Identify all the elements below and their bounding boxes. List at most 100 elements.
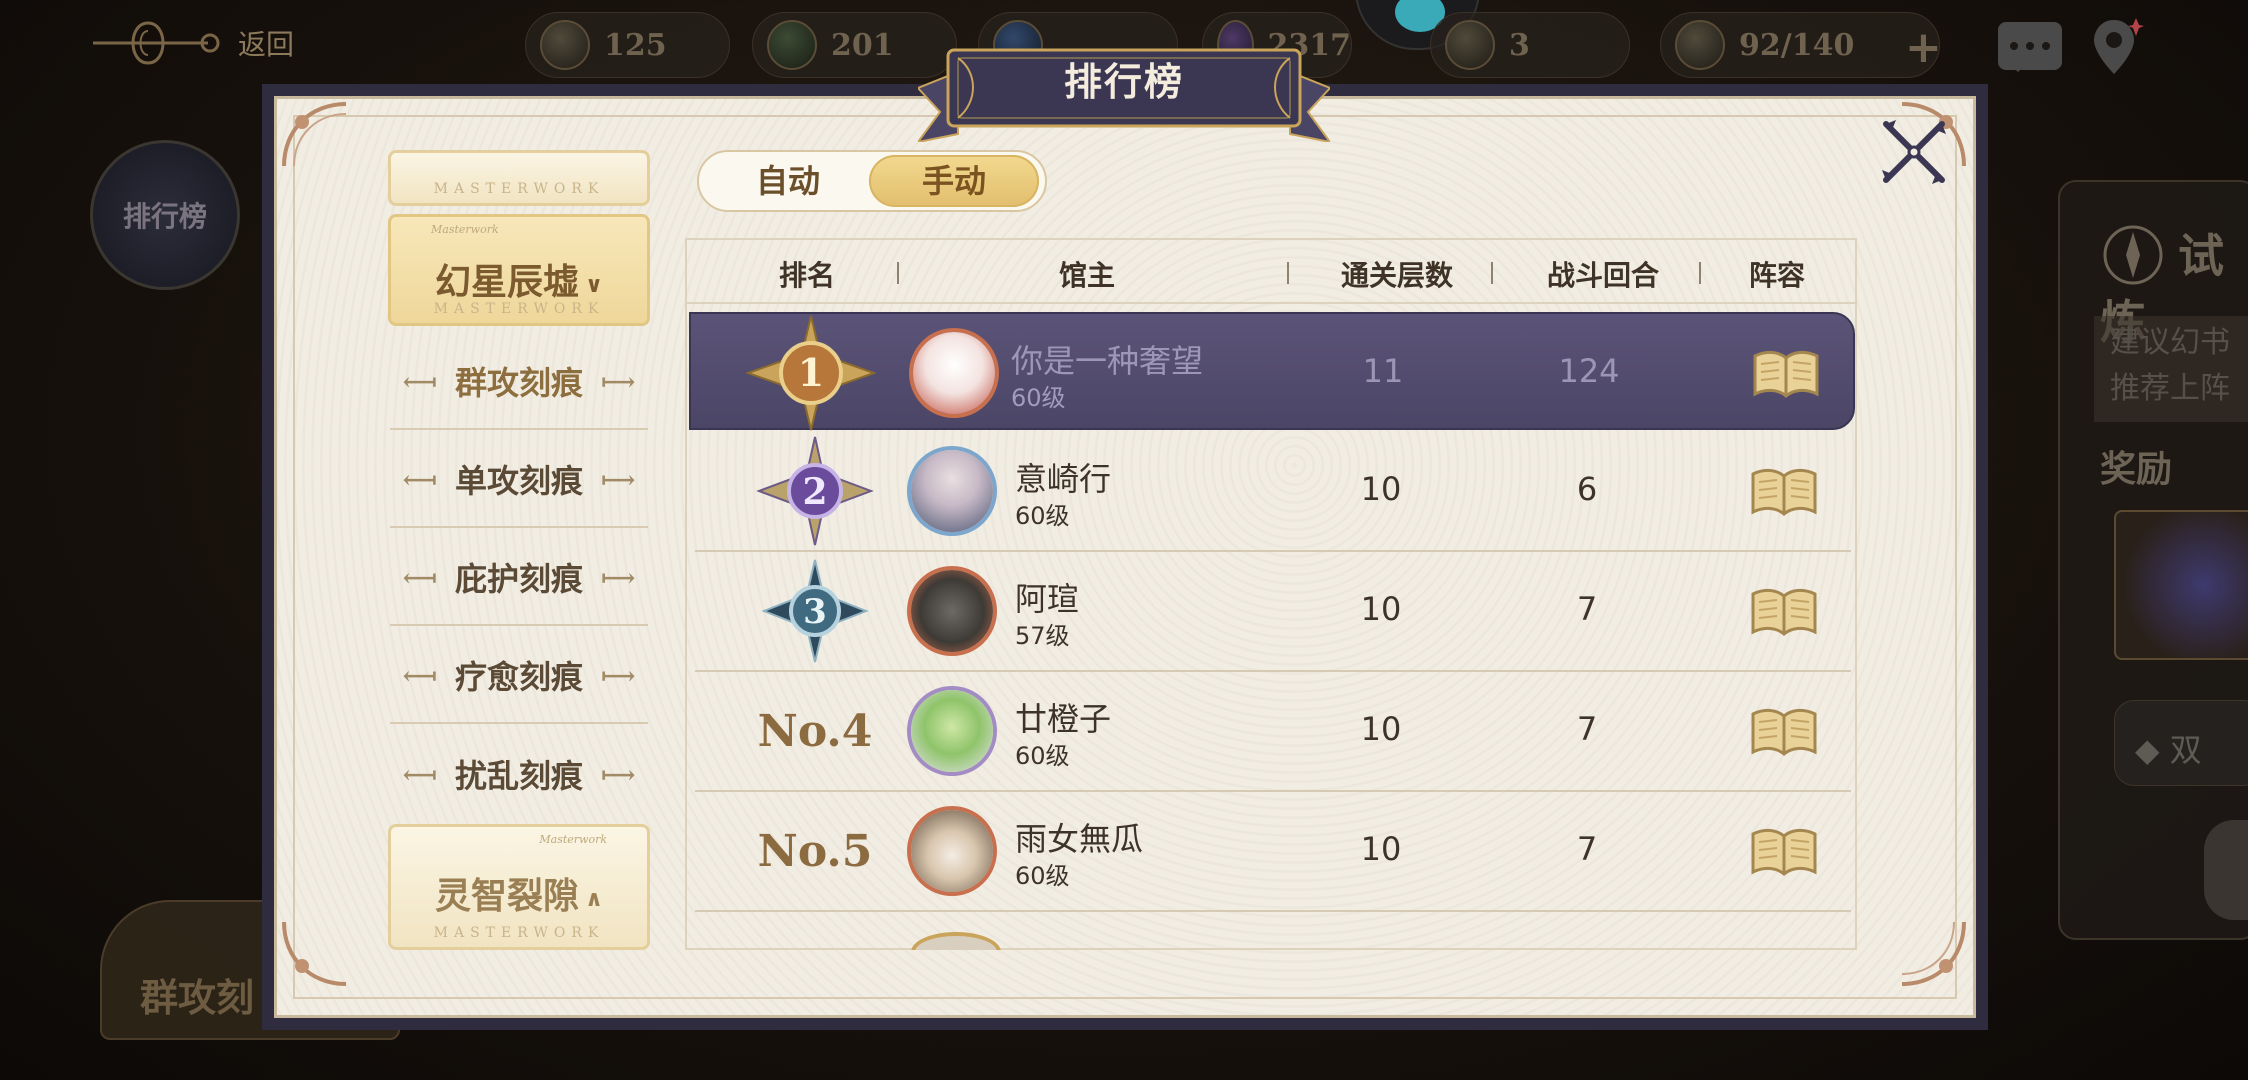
bronze-medal-icon: 3	[761, 559, 869, 663]
corner-ornament-icon	[282, 921, 347, 986]
arrow-ornament-icon: ⟼	[601, 464, 636, 494]
category-huanxing-tag: Masterwork	[431, 223, 499, 236]
header-floors: 通关层数	[1340, 259, 1453, 292]
lineup-book-icon[interactable]	[1749, 586, 1819, 638]
rank-label: No.4	[757, 705, 873, 757]
table-row[interactable]: No.5 雨女無瓜 60级 10 7	[695, 792, 1851, 912]
rank-badge-2: 2	[735, 432, 895, 550]
resource-5-value: 3	[1509, 27, 1530, 63]
header-divider	[1287, 262, 1289, 284]
purple-medal-icon: 2	[756, 436, 874, 546]
category-lingzhi-title: 灵智裂隙	[435, 875, 580, 917]
player-level: 60级	[1015, 502, 1070, 530]
category-prev-sub: MASTERWORK	[433, 181, 605, 197]
category-card-prev[interactable]: MASTERWORK	[388, 150, 650, 206]
rank-cell: No.4	[735, 672, 895, 790]
table-row-partial[interactable]	[695, 930, 1851, 950]
rank-label: No.5	[757, 825, 873, 877]
reward-label: 奖励	[2100, 448, 2173, 490]
subcategory-item-heal[interactable]: ⟻ 疗愈刻痕 ⟼	[390, 628, 648, 724]
avatar	[911, 932, 1001, 950]
gold-medal-icon: 1	[746, 315, 876, 431]
subcategory-item-single[interactable]: ⟻ 单攻刻痕 ⟼	[390, 432, 648, 528]
arrow-ornament-icon: ⟻	[402, 464, 437, 494]
player-name: 阿瑄	[1015, 580, 1080, 618]
category-huanxing-title: 幻星辰墟	[435, 261, 580, 303]
corner-ornament-icon	[1901, 921, 1966, 986]
player-name: 雨女無瓜	[1015, 820, 1144, 858]
subcategory-item-protect[interactable]: ⟻ 庇护刻痕 ⟼	[390, 530, 648, 626]
subcategory-item-disrupt[interactable]: ⟻ 扰乱刻痕 ⟼	[390, 726, 648, 822]
lineup-book-icon[interactable]	[1749, 706, 1819, 758]
header-owner: 馆主	[1058, 259, 1115, 292]
floors-value: 10	[1360, 590, 1402, 628]
lineup-book-icon[interactable]	[1749, 826, 1819, 878]
category-card-lingzhi[interactable]: Masterwork 灵智裂隙 ∧ MASTERWORK	[388, 824, 650, 950]
ranking-table: 排名 馆主 通关层数 战斗回合 阵容 1 你是一种奢望 60级 11 124 2…	[685, 238, 1857, 950]
resource-1[interactable]: 125	[525, 12, 730, 78]
rounds-value: 6	[1576, 470, 1598, 508]
avatar[interactable]	[907, 686, 997, 776]
arrow-ornament-icon: ⟼	[601, 366, 636, 396]
player-name: 意崎行	[1015, 460, 1112, 498]
resource-5[interactable]: 3	[1430, 12, 1630, 78]
reward-image[interactable]	[2114, 510, 2248, 660]
rank-number: 1	[798, 350, 824, 395]
chat-icon[interactable]	[1998, 22, 2062, 72]
corner-ornament-icon	[282, 102, 347, 167]
map-pin-icon[interactable]	[2092, 14, 2144, 78]
arrow-ornament-icon: ⟻	[402, 759, 437, 789]
subcategory-item-aoe[interactable]: ⟻ 群攻刻痕 ⟼	[390, 334, 648, 430]
avatar[interactable]	[907, 806, 997, 896]
resource-1-value: 125	[604, 27, 667, 63]
resource-1-icon	[540, 20, 590, 70]
rank-number: 2	[802, 471, 827, 513]
category-lingzhi-tag: Masterwork	[539, 833, 607, 846]
trial-hint-line1: 建议幻书	[2110, 325, 2230, 360]
table-row[interactable]: No.4 廿橙子 60级 10 7	[695, 672, 1851, 792]
double-button[interactable]: ◆ 双	[2114, 700, 2248, 786]
stamina-resource[interactable]: 92/140	[1660, 12, 1940, 78]
rounds-value: 7	[1576, 710, 1598, 748]
arrow-ornament-icon: ⟼	[601, 759, 636, 789]
arrow-ornament-icon: ⟻	[402, 660, 437, 690]
arrow-ornament-icon: ⟻	[402, 366, 437, 396]
back-button[interactable]: 返回	[88, 8, 308, 78]
table-row-self[interactable]: 1 你是一种奢望 60级 11 124	[689, 312, 1855, 431]
header-divider	[897, 262, 899, 284]
subcategory-label: 扰乱刻痕	[454, 757, 583, 795]
leaderboard-badge[interactable]: 排行榜	[90, 140, 240, 290]
add-stamina-button[interactable]: +	[1905, 22, 1942, 73]
lineup-book-icon[interactable]	[1749, 466, 1819, 518]
category-lingzhi-sub: MASTERWORK	[433, 925, 605, 941]
rounds-value: 7	[1576, 590, 1598, 628]
mode-toggle: 自动 手动	[697, 150, 1047, 212]
table-row[interactable]: 3 阿瑄 57级 10 7	[695, 552, 1851, 672]
trial-hint: 建议幻书 推荐上阵	[2094, 316, 2248, 422]
avatar[interactable]	[909, 328, 999, 418]
rank-number: 3	[803, 592, 827, 632]
side-tab-button[interactable]	[2204, 820, 2248, 920]
arrow-ornament-icon: ⟼	[601, 562, 636, 592]
arrow-ornament-icon: ⟻	[402, 562, 437, 592]
player-level: 60级	[1015, 742, 1070, 770]
floors-value: 11	[1362, 352, 1404, 390]
double-button-label: 双	[2169, 731, 2202, 769]
category-card-huanxing[interactable]: Masterwork 幻星辰墟 ∨ MASTERWORK	[388, 214, 650, 326]
resource-2-icon	[767, 20, 817, 70]
stamina-icon	[1675, 20, 1725, 70]
lineup-book-icon[interactable]	[1751, 348, 1821, 400]
avatar[interactable]	[907, 566, 997, 656]
mode-auto-button[interactable]: 自动	[703, 155, 873, 207]
rank-cell: No.5	[735, 792, 895, 910]
player-name: 你是一种奢望	[1011, 342, 1204, 380]
floors-value: 10	[1360, 470, 1402, 508]
floors-value: 10	[1360, 830, 1402, 868]
close-icon[interactable]	[1874, 112, 1954, 192]
table-row[interactable]: 2 意崎行 60级 10 6	[695, 432, 1851, 552]
mode-manual-button[interactable]: 手动	[869, 155, 1039, 207]
header-rank: 排名	[778, 259, 835, 292]
avatar[interactable]	[907, 446, 997, 536]
table-header: 排名 馆主 通关层数 战斗回合 阵容	[687, 240, 1855, 304]
chevron-up-icon: ∧	[585, 886, 603, 912]
